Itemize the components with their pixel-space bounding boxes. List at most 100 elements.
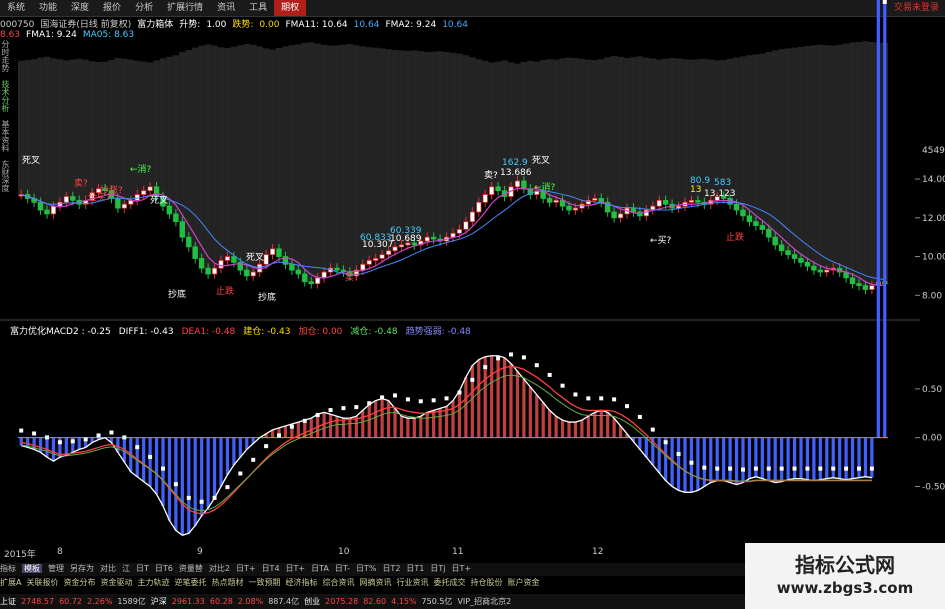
chart-annotation: 卖? [484, 170, 498, 181]
trend-dot [753, 466, 758, 471]
indicator-tab[interactable]: 资量替 [179, 564, 203, 573]
indicator-tab[interactable]: 日Tj [430, 564, 445, 573]
candle-body [186, 236, 192, 248]
function-tab[interactable]: 一致预期 [248, 578, 280, 587]
chart-annotation: 583 [714, 178, 731, 188]
candle-body [740, 209, 746, 217]
indicator-tab[interactable]: 日T2 [382, 564, 400, 573]
price-band [95, 62, 102, 189]
cy-percent: 4.15% [391, 597, 417, 606]
indicator-tab[interactable]: 日TA [311, 564, 329, 573]
candle-body [63, 196, 69, 203]
price-band [108, 60, 115, 199]
macd-tick-label: 0.50 [922, 385, 942, 395]
indicator-tab[interactable]: 日T+ [286, 564, 306, 573]
sh-amount: 1589亿 [117, 597, 146, 606]
candle-body [276, 248, 282, 257]
price-band [333, 45, 341, 271]
indicator-tab[interactable]: 对比2 [209, 564, 230, 573]
chart-annotation: 卖? [74, 178, 88, 189]
x-label-oct: 10 [338, 547, 350, 557]
price-band [353, 45, 360, 271]
function-tab[interactable]: 扩展A [0, 578, 21, 587]
candle-body [244, 269, 250, 277]
indicator-tab[interactable]: 日T- [335, 564, 350, 573]
indicator-tab[interactable]: 指标 [0, 564, 16, 573]
candle-body [424, 236, 430, 242]
price-band [24, 60, 31, 199]
trend-dot [83, 437, 88, 442]
chart-annotation: 死叉 [150, 195, 168, 206]
function-tab[interactable]: 网摘资讯 [359, 578, 391, 587]
indicator-tab[interactable]: 日T [136, 564, 149, 573]
hs-percent: 2.08% [237, 597, 264, 606]
trend-dot [702, 465, 707, 470]
trend-dot [225, 485, 230, 490]
trend-dot [470, 377, 475, 382]
price-band [823, 45, 830, 271]
price-band [30, 59, 38, 203]
price-band [752, 54, 760, 226]
function-tab[interactable]: 综合资讯 [322, 578, 354, 587]
function-tab[interactable]: 行业资讯 [396, 578, 428, 587]
candle-body [360, 263, 366, 271]
trend-dot [199, 499, 204, 504]
indicator-tab[interactable]: 另存为 [70, 564, 94, 573]
candle-body [547, 198, 553, 203]
price-band [217, 47, 225, 261]
candle-body [482, 194, 488, 203]
price-band [656, 59, 663, 201]
function-tab[interactable]: 委托成交 [433, 578, 465, 587]
candle-body [862, 285, 869, 290]
indicator-tab[interactable]: 日T4 [262, 564, 280, 573]
function-tab[interactable]: 主力轨迹 [137, 578, 169, 587]
candle-body [295, 269, 301, 275]
trend-dot [212, 495, 217, 500]
trend-dot [393, 393, 397, 398]
trend-dot [302, 418, 307, 423]
candle-body [173, 213, 179, 223]
function-tab[interactable]: 资金分布 [63, 578, 95, 587]
price-band [50, 58, 57, 207]
indicator-tab[interactable]: 对比 [100, 564, 116, 573]
chart-annotation: 死叉 [22, 155, 40, 166]
indicator-tab[interactable]: 日T+ [452, 564, 472, 573]
price-band [269, 49, 276, 249]
function-tab[interactable]: 账户资金 [507, 578, 539, 587]
price-band [262, 48, 270, 255]
reduce-value: 减仓: -0.48 [350, 327, 398, 337]
indicator-tab[interactable]: 江 [122, 564, 130, 573]
candle-body [366, 260, 372, 265]
chart-annotation: ←买? [650, 235, 672, 246]
price-band [295, 44, 302, 275]
function-tab[interactable]: 经济指标 [285, 578, 317, 587]
stock-chart[interactable]: 4549 14.00 12.00 10.00 8.00 0.50 0.00 -0.50 死叉… [0, 0, 945, 609]
function-tab[interactable]: 热点题材 [211, 578, 243, 587]
function-tab[interactable]: 持仓股份 [470, 578, 502, 587]
trend-dot [882, 0, 887, 4]
indicator-tab[interactable]: 日T+ [236, 564, 256, 573]
indicator-tab[interactable]: 日T1 [406, 564, 424, 573]
candle-body [302, 273, 308, 283]
chart-annotation: ←消? [534, 181, 556, 193]
trend-dot [612, 397, 617, 402]
price-band [533, 61, 540, 191]
candle-body [115, 198, 121, 209]
function-tab[interactable]: 关联报价 [26, 578, 58, 587]
candle-body [772, 236, 778, 246]
trend-dot [483, 365, 488, 370]
function-tab[interactable]: 资金驱动 [100, 578, 132, 587]
price-band [230, 46, 238, 263]
price-band [855, 42, 863, 286]
indicator-tab[interactable]: 模板 [22, 564, 42, 573]
indicator-tab[interactable]: 管理 [48, 564, 64, 573]
indicator-tab[interactable]: 日T6 [155, 564, 173, 573]
price-band [275, 48, 283, 257]
trend-dot [45, 435, 49, 440]
function-tab[interactable]: 逆笔委托 [174, 578, 206, 587]
price-band [617, 56, 624, 214]
trend-dot [599, 396, 604, 401]
indicator-tab[interactable]: 日T% [356, 564, 377, 573]
candle-body [759, 225, 765, 230]
candle-body [456, 229, 463, 234]
